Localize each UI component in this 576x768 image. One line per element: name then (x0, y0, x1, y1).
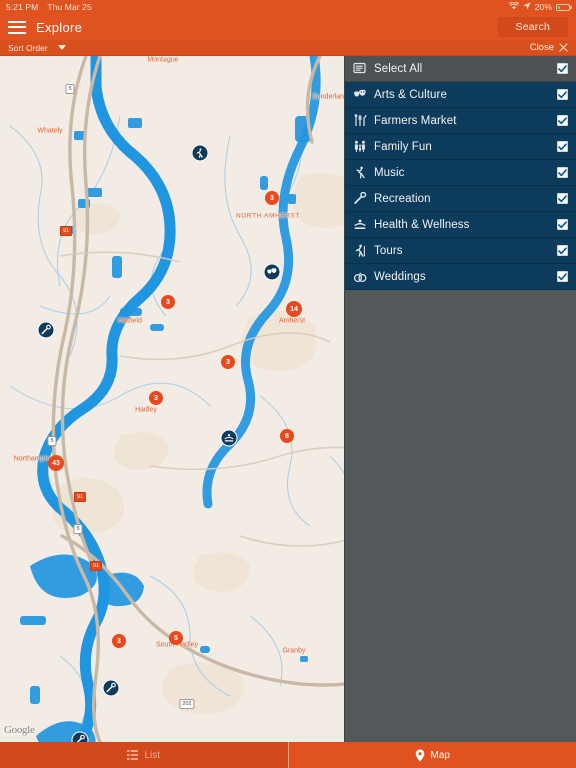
page-title: Explore (36, 19, 83, 35)
category-label: Tours (374, 244, 403, 257)
sort-bar: Sort Order Close (0, 40, 576, 56)
map-cluster-marker[interactable]: 14 (286, 301, 302, 317)
map-route-shield: 202 (179, 699, 195, 709)
select-all-row[interactable]: Select All (345, 56, 576, 82)
category-label: Weddings (374, 270, 426, 283)
category-row-music[interactable]: Music (345, 160, 576, 186)
map-route-shield: 5 (73, 524, 83, 534)
wedding-rings-icon (352, 269, 367, 284)
category-label: Family Fun (374, 140, 432, 153)
status-bar-right: 20% (508, 1, 572, 12)
status-bar-left: 5:21 PM Thu Mar 25 (6, 2, 92, 12)
sort-order-label: Sort Order (8, 42, 48, 53)
wellness-icon (352, 217, 367, 232)
music-dancer-icon (352, 165, 367, 180)
map-route-shield: 5 (65, 84, 75, 94)
theater-masks-icon (352, 87, 367, 102)
map-poi-marker[interactable] (37, 321, 55, 339)
wifi-icon (508, 1, 519, 12)
category-row-health-wellness[interactable]: Health & Wellness (345, 212, 576, 238)
microphone-icon (352, 191, 367, 206)
tab-list[interactable]: List (0, 742, 288, 768)
map-cluster-marker[interactable]: 3 (221, 355, 235, 369)
category-checkbox[interactable] (557, 141, 568, 152)
google-watermark: Google (4, 724, 35, 736)
select-all-label: Select All (374, 62, 423, 75)
map-poi-marker[interactable] (71, 731, 89, 742)
tab-label: List (144, 749, 161, 761)
map-cluster-marker[interactable]: 5 (169, 631, 183, 645)
location-arrow-icon (523, 2, 531, 12)
map-cluster-marker[interactable]: 43 (48, 455, 64, 471)
hamburger-menu-icon[interactable] (8, 20, 26, 34)
farming-tools-icon (352, 113, 367, 128)
category-checkbox[interactable] (557, 89, 568, 100)
map-cluster-marker[interactable]: 8 (280, 429, 294, 443)
list-icon (127, 750, 139, 760)
map-cluster-marker[interactable]: 3 (112, 634, 126, 648)
category-checkbox[interactable] (557, 193, 568, 204)
map-pin-icon (415, 748, 425, 762)
category-checkbox[interactable] (557, 219, 568, 230)
map-route-shield: 91 (89, 561, 103, 571)
category-checkbox[interactable] (557, 167, 568, 178)
map-poi-marker[interactable] (220, 429, 238, 447)
status-date: Thu Mar 25 (47, 2, 92, 12)
category-row-recreation[interactable]: Recreation (345, 186, 576, 212)
category-checkbox[interactable] (557, 271, 568, 282)
category-label: Health & Wellness (374, 218, 470, 231)
map-poi-marker[interactable] (102, 679, 120, 697)
category-row-weddings[interactable]: Weddings (345, 264, 576, 290)
map-poi-marker[interactable] (191, 144, 209, 162)
map-route-shield: 5 (47, 436, 57, 446)
map-route-shield: 91 (59, 226, 73, 236)
category-label: Recreation (374, 192, 431, 205)
app-header: Explore Search (0, 14, 576, 40)
status-bar: 5:21 PM Thu Mar 25 20% (0, 0, 576, 14)
category-row-arts-culture[interactable]: Arts & Culture (345, 82, 576, 108)
map-cluster-marker[interactable]: 3 (161, 295, 175, 309)
category-row-family-fun[interactable]: Family Fun (345, 134, 576, 160)
map-cluster-marker[interactable]: 3 (149, 391, 163, 405)
tab-label: Map (430, 749, 450, 761)
sort-order-control[interactable]: Sort Order (8, 43, 66, 53)
app-root: 5:21 PM Thu Mar 25 20% Explore Search So… (0, 0, 576, 768)
status-time: 5:21 PM (6, 2, 39, 12)
search-button[interactable]: Search (497, 17, 568, 37)
family-icon (352, 139, 367, 154)
category-filter-panel: Select All Arts & Culture Farmers Market (344, 56, 576, 742)
close-label: Close (529, 42, 554, 53)
battery-percent: 20% (534, 2, 552, 12)
battery-icon (556, 3, 572, 11)
chevron-down-icon[interactable] (57, 45, 66, 50)
close-x-icon[interactable] (558, 43, 568, 53)
category-checkbox[interactable] (557, 115, 568, 126)
category-label: Arts & Culture (374, 88, 447, 101)
close-button[interactable]: Close (530, 42, 568, 53)
select-all-checkbox[interactable] (557, 63, 568, 74)
list-icon (352, 61, 367, 76)
map-route-shield: 91 (73, 492, 87, 502)
category-row-tours[interactable]: Tours (345, 238, 576, 264)
category-row-farmers-market[interactable]: Farmers Market (345, 108, 576, 134)
hiking-icon (352, 243, 367, 258)
map-poi-marker[interactable] (263, 263, 281, 281)
category-label: Music (374, 166, 405, 179)
bottom-tab-bar: List Map (0, 742, 576, 768)
category-checkbox[interactable] (557, 245, 568, 256)
category-label: Farmers Market (374, 114, 457, 127)
tab-map[interactable]: Map (287, 742, 576, 768)
map-cluster-marker[interactable]: 3 (265, 191, 279, 205)
